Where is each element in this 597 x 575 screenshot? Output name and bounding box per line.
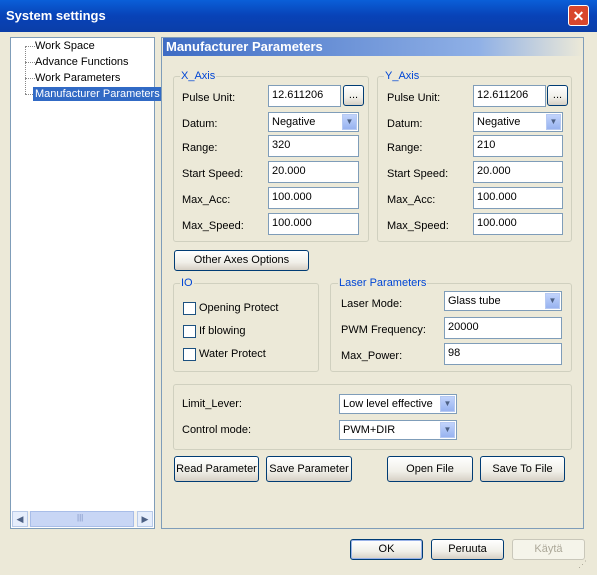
tree-horizontal-scrollbar[interactable]: ◀ ||| ▶ [12,511,153,527]
x-pulse-unit-browse-button[interactable]: ... [343,85,364,106]
laser-mode-value: Glass tube [448,295,501,307]
control-mode-select[interactable]: PWM+DIR ▼ [339,420,457,440]
x-pulse-unit-input[interactable]: 12.611206 [268,85,341,107]
tree-item-work-parameters[interactable]: Work Parameters [33,71,122,85]
water-protect-label: Water Protect [199,348,266,360]
y-datum-value: Negative [477,116,521,128]
y-max-acc-input[interactable]: 100.000 [473,187,563,209]
y-start-speed-input[interactable]: 20.000 [473,161,563,183]
x-datum-value: Negative [272,116,316,128]
x-max-speed-input[interactable]: 100.000 [268,213,359,235]
chevron-down-icon[interactable]: ▼ [440,396,455,412]
x-datum-select[interactable]: Negative ▼ [268,112,359,132]
chevron-down-icon[interactable]: ▼ [546,114,561,130]
y-max-speed-label: Max_Speed: [387,220,449,232]
panel-title: Manufacturer Parameters [163,38,583,56]
pwm-frequency-input[interactable]: 20000 [444,317,562,339]
pwm-frequency-label: PWM Frequency: [341,324,426,336]
close-button[interactable]: ✕ [568,5,589,26]
x-start-speed-label: Start Speed: [182,168,244,180]
chevron-down-icon[interactable]: ▼ [342,114,357,130]
y-range-label: Range: [387,142,423,154]
window-title: System settings [6,8,106,23]
if-blowing-label: If blowing [199,325,246,337]
scroll-left-button[interactable]: ◀ [12,511,28,527]
y-datum-select[interactable]: Negative ▼ [473,112,563,132]
limit-lever-select[interactable]: Low level effective ▼ [339,394,457,414]
laser-parameters-legend: Laser Parameters [338,277,428,289]
scroll-grip-icon: ||| [77,513,84,522]
x-max-speed-label: Max_Speed: [182,220,244,232]
read-parameter-button[interactable]: Read Parameter [174,456,259,482]
y-pulse-unit-label: Pulse Unit: [387,92,441,104]
y-pulse-unit-input[interactable]: 12.611206 [473,85,546,107]
ok-button[interactable]: OK [350,539,423,560]
y-axis-legend: Y_Axis [384,70,421,82]
x-pulse-unit-label: Pulse Unit: [182,92,236,104]
apply-button[interactable]: Käytä [512,539,585,560]
y-range-input[interactable]: 210 [473,135,563,157]
limit-lever-label: Limit_Lever: [182,398,242,410]
x-axis-legend: X_Axis [180,70,217,82]
control-mode-value: PWM+DIR [343,424,396,436]
scroll-right-button[interactable]: ▶ [137,511,153,527]
tree-item-advance-functions[interactable]: Advance Functions [33,55,131,69]
x-range-input[interactable]: 320 [268,135,359,157]
y-datum-label: Datum: [387,118,423,130]
chevron-down-icon[interactable]: ▼ [440,422,455,438]
chevron-down-icon[interactable]: ▼ [545,293,560,309]
tree-line [25,46,26,94]
x-max-acc-input[interactable]: 100.000 [268,187,359,209]
scroll-thumb[interactable]: ||| [30,511,134,527]
opening-protect-checkbox[interactable] [183,302,196,315]
title-bar: System settings ✕ [0,0,597,32]
y-max-speed-input[interactable]: 100.000 [473,213,563,235]
y-pulse-unit-browse-button[interactable]: ... [547,85,568,106]
laser-mode-select[interactable]: Glass tube ▼ [444,291,562,311]
laser-mode-label: Laser Mode: [341,298,403,310]
other-axes-options-button[interactable]: Other Axes Options [174,250,309,271]
x-start-speed-input[interactable]: 20.000 [268,161,359,183]
if-blowing-checkbox[interactable] [183,325,196,338]
x-range-label: Range: [182,142,218,154]
y-start-speed-label: Start Speed: [387,168,449,180]
max-power-input[interactable]: 98 [444,343,562,365]
opening-protect-label: Opening Protect [199,302,279,314]
x-max-acc-label: Max_Acc: [182,194,231,206]
tree-item-work-space[interactable]: Work Space [33,39,97,53]
x-datum-label: Datum: [182,118,218,130]
max-power-label: Max_Power: [341,350,403,362]
water-protect-checkbox[interactable] [183,348,196,361]
cancel-button[interactable]: Peruuta [431,539,504,560]
settings-tree[interactable]: Work Space Advance Functions Work Parame… [10,37,162,529]
io-legend: IO [180,277,194,289]
resize-grip-icon[interactable]: ⋰ [578,558,590,570]
y-max-acc-label: Max_Acc: [387,194,436,206]
open-file-button[interactable]: Open File [387,456,473,482]
save-parameter-button[interactable]: Save Parameter [266,456,352,482]
tree-item-manufacturer-parameters[interactable]: Manufacturer Parameters [33,87,162,101]
limit-lever-value: Low level effective [343,398,433,410]
control-mode-label: Control mode: [182,424,252,436]
save-to-file-button[interactable]: Save To File [480,456,565,482]
